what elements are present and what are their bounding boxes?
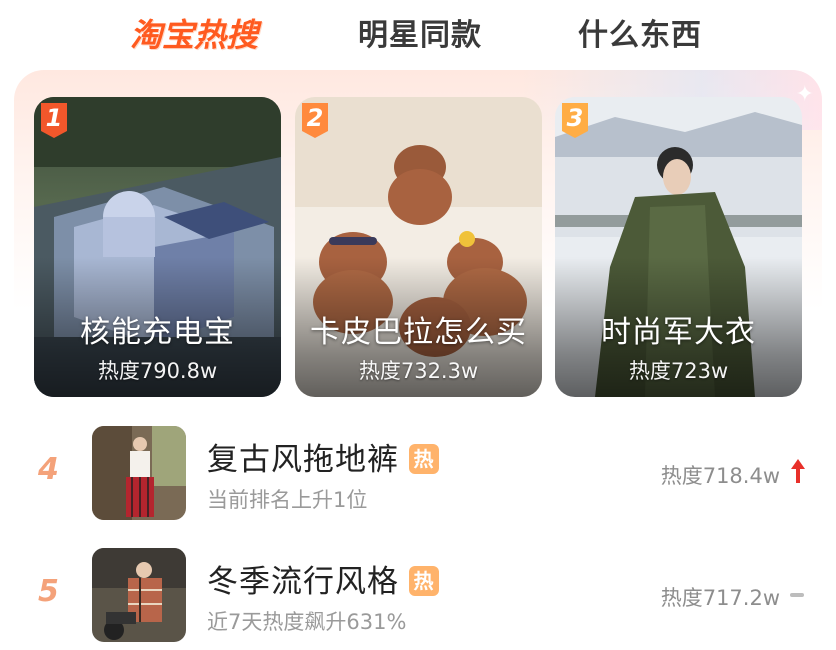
list-item[interactable]: 5 冬季流行风格热 近7天热度飙升631% 热度717.2w	[0, 544, 836, 644]
list-subtitle: 近7天热度飙升631%	[207, 610, 407, 634]
card-heat: 热度732.3w	[358, 359, 479, 383]
list-rank: 4	[38, 452, 59, 487]
list-rank: 5	[38, 574, 59, 609]
card-heat: 热度723w	[628, 359, 729, 383]
top-card-2[interactable]: 2 卡皮巴拉怎么买 热度732.3w	[295, 97, 542, 397]
card-title: 时尚军大衣	[601, 315, 756, 350]
list-thumbnail	[92, 548, 186, 642]
tab-what-is-this[interactable]: 什么东西	[578, 10, 702, 54]
tab-taobao-hot-search[interactable]: 淘宝热搜	[130, 10, 258, 56]
list-title: 复古风拖地裤热	[207, 434, 439, 479]
hot-tag-icon: 热	[409, 566, 439, 596]
tab-celebrity-same-style[interactable]: 明星同款	[358, 10, 482, 54]
list-heat: 热度717.2w	[660, 586, 780, 610]
tab-bar: 淘宝热搜 明星同款 什么东西	[0, 0, 836, 62]
rank-badge-3: 3	[559, 101, 591, 139]
top-card-1[interactable]: 1 核能充电宝 热度790.8w	[34, 97, 281, 397]
card-title: 核能充电宝	[80, 315, 235, 350]
top-card-3[interactable]: 3 时尚军大衣 热度723w	[555, 97, 802, 397]
rank-badge-1: 1	[38, 101, 70, 139]
list-thumbnail	[92, 426, 186, 520]
flat-dash-icon	[790, 593, 804, 597]
hot-tag-icon: 热	[409, 444, 439, 474]
list-title: 冬季流行风格热	[207, 556, 439, 601]
list-item[interactable]: 4 复古风拖地裤热 当前排名上升1位 热度718.4w	[0, 422, 836, 522]
list-subtitle: 当前排名上升1位	[207, 488, 368, 512]
card-heat: 热度790.8w	[97, 359, 218, 383]
list-heat: 热度718.4w	[660, 464, 780, 488]
card-title: 卡皮巴拉怎么买	[310, 315, 527, 350]
rank-badge-2: 2	[299, 101, 331, 139]
up-arrow-icon	[791, 459, 805, 483]
